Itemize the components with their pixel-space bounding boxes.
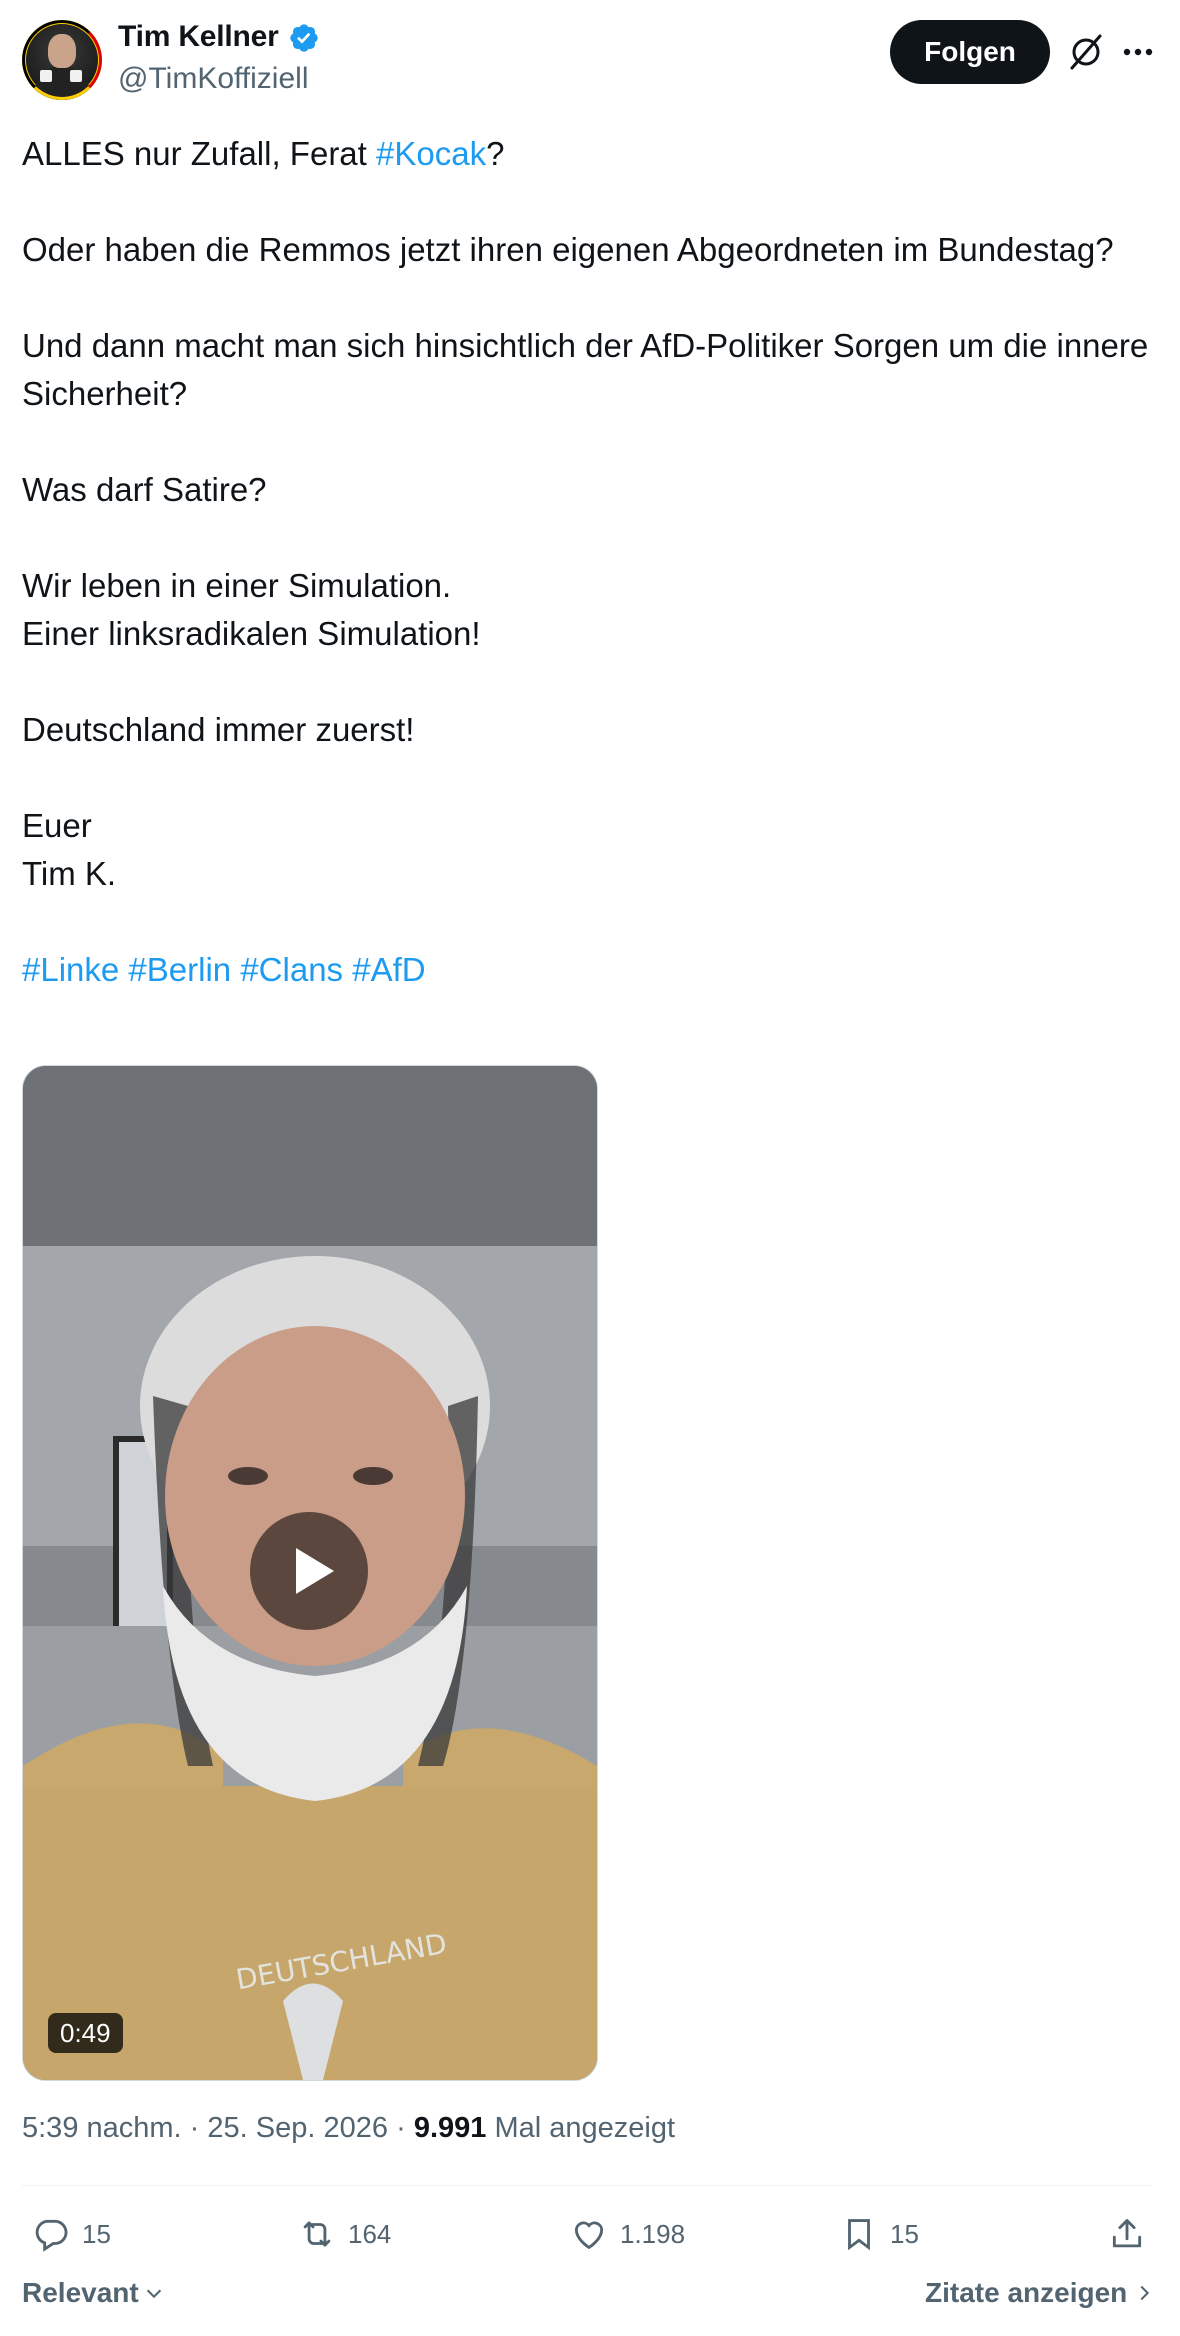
quotes-label: Zitate anzeigen bbox=[925, 2277, 1128, 2308]
more-icon[interactable] bbox=[1118, 32, 1158, 72]
hashtag-link[interactable]: #Berlin bbox=[128, 951, 231, 988]
tweet-text-segment: Wir leben in einer Simulation. Einer lin… bbox=[22, 567, 481, 652]
hashtag-link[interactable]: #Clans bbox=[240, 951, 343, 988]
tweet-paragraph: Wir leben in einer Simulation. Einer lin… bbox=[22, 562, 1152, 658]
author-name[interactable]: Tim Kellner bbox=[118, 20, 279, 54]
divider bbox=[22, 2185, 1152, 2186]
tweet-text-segment: Euer Tim K. bbox=[22, 807, 117, 892]
meta-separator: · bbox=[189, 2112, 200, 2144]
tweet-paragraph: Und dann macht man sich hinsichtlich der… bbox=[22, 322, 1152, 418]
play-button[interactable] bbox=[250, 1512, 368, 1630]
tweet-text-segment: Was darf Satire? bbox=[22, 471, 267, 508]
tweet-text-segment: ? bbox=[486, 135, 505, 172]
chevron-right-icon bbox=[1140, 2285, 1150, 2301]
sort-dropdown[interactable]: Relevant bbox=[22, 2277, 165, 2309]
tweet-text-segment bbox=[231, 951, 240, 988]
like-button[interactable]: 1.198 bbox=[570, 2212, 685, 2256]
tweet-text-segment: Und dann macht man sich hinsichtlich der… bbox=[22, 327, 1158, 412]
share-button[interactable] bbox=[1108, 2212, 1146, 2256]
view-count: 9.991 bbox=[413, 2112, 487, 2144]
play-icon bbox=[296, 1548, 334, 1594]
tweet-paragraph: Oder haben die Remmos jetzt ihren eigene… bbox=[22, 226, 1152, 274]
author-handle[interactable]: @TimKoffiziell bbox=[118, 62, 309, 96]
bookmark-icon bbox=[848, 2219, 870, 2251]
hashtag-link[interactable]: #AfD bbox=[352, 951, 425, 988]
tweet-date[interactable]: 25. Sep. 2026 bbox=[207, 2112, 388, 2144]
sort-label: Relevant bbox=[22, 2277, 139, 2308]
view-quotes-link[interactable]: Zitate anzeigen bbox=[925, 2277, 1155, 2309]
reply-count: 15 bbox=[82, 2218, 111, 2249]
verified-badge-icon bbox=[290, 24, 318, 52]
follow-button[interactable]: Folgen bbox=[890, 20, 1050, 84]
bookmark-count: 15 bbox=[890, 2218, 919, 2249]
tweet-text-segment: Oder haben die Remmos jetzt ihren eigene… bbox=[22, 231, 1114, 268]
repost-button[interactable]: 164 bbox=[298, 2212, 391, 2256]
tweet-meta: 5:39 nachm. · 25. Sep. 2026 · 9.991 Mal … bbox=[22, 2112, 675, 2145]
bookmark-button[interactable]: 15 bbox=[840, 2212, 919, 2256]
video-duration: 0:49 bbox=[48, 2013, 123, 2053]
tweet-paragraph: ALLES nur Zufall, Ferat #Kocak? bbox=[22, 130, 1152, 178]
tweet-paragraph: Deutschland immer zuerst! bbox=[22, 706, 1152, 754]
tweet-paragraph: Was darf Satire? bbox=[22, 466, 1152, 514]
reply-button[interactable]: 15 bbox=[32, 2212, 111, 2256]
tweet-text-segment: Deutschland immer zuerst! bbox=[22, 711, 415, 748]
tweet-text: ALLES nur Zufall, Ferat #Kocak? Oder habe… bbox=[22, 130, 1152, 994]
repost-count: 164 bbox=[348, 2218, 392, 2249]
avatar[interactable] bbox=[22, 20, 102, 100]
hashtag-link[interactable]: #Kocak bbox=[376, 135, 486, 172]
reply-icon bbox=[35, 2219, 68, 2252]
tweet-paragraph: Euer Tim K. bbox=[22, 802, 1152, 898]
tweet-time[interactable]: 5:39 nachm. bbox=[22, 2112, 182, 2144]
chevron-down-icon bbox=[146, 2289, 161, 2299]
tweet-text-segment bbox=[343, 951, 352, 988]
heart-icon bbox=[574, 2221, 604, 2250]
meta-separator: · bbox=[396, 2112, 406, 2144]
tweet-text-segment: ALLES nur Zufall, Ferat bbox=[22, 135, 376, 172]
tweet-paragraph: #Linke #Berlin #Clans #AfD bbox=[22, 946, 1152, 994]
repost-icon bbox=[303, 2221, 331, 2247]
share-icon bbox=[1112, 2219, 1142, 2248]
grok-icon[interactable] bbox=[1066, 32, 1106, 72]
view-label: Mal angezeigt bbox=[494, 2112, 676, 2144]
hashtag-link[interactable]: #Linke bbox=[22, 951, 119, 988]
like-count: 1.198 bbox=[620, 2218, 686, 2249]
